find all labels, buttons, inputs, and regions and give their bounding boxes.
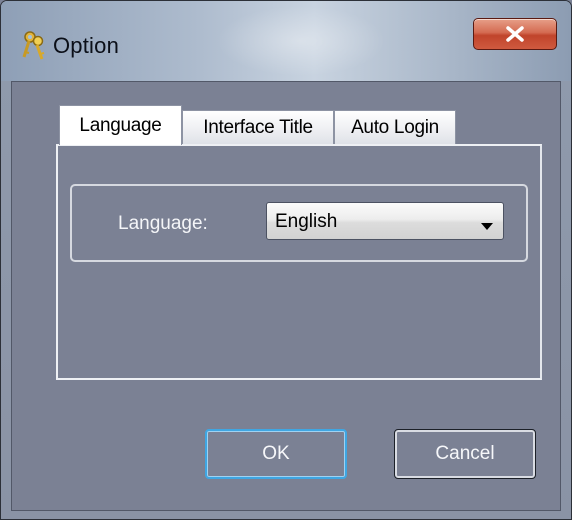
language-select[interactable]: English bbox=[266, 202, 504, 240]
dropdown-arrow-icon bbox=[481, 218, 493, 236]
close-x-icon bbox=[505, 26, 525, 42]
ok-button-label: OK bbox=[262, 443, 290, 464]
window-title: Option bbox=[53, 33, 120, 58]
language-select-value: English bbox=[275, 211, 338, 232]
cancel-button-label: Cancel bbox=[435, 443, 495, 464]
tab-auto-login[interactable]: Auto Login bbox=[334, 110, 456, 144]
keys-icon bbox=[21, 30, 47, 60]
close-button[interactable] bbox=[473, 18, 557, 50]
language-tab-panel: Language: English bbox=[56, 144, 542, 380]
option-dialog: Option Language Interface Title Auto Log… bbox=[0, 0, 572, 520]
tab-auto-login-label: Auto Login bbox=[351, 116, 439, 138]
language-group-box: Language: English bbox=[70, 184, 528, 262]
ok-button[interactable]: OK bbox=[205, 429, 347, 479]
tab-language-label: Language bbox=[79, 114, 162, 136]
tab-interface-title[interactable]: Interface Title bbox=[182, 110, 334, 144]
language-label: Language: bbox=[118, 213, 208, 234]
tab-interface-title-label: Interface Title bbox=[203, 116, 313, 138]
dialog-body: Language Interface Title Auto Login Lang… bbox=[11, 81, 561, 511]
cancel-button[interactable]: Cancel bbox=[394, 429, 536, 479]
tab-language[interactable]: Language bbox=[59, 105, 182, 145]
title-bar[interactable]: Option bbox=[1, 1, 571, 81]
